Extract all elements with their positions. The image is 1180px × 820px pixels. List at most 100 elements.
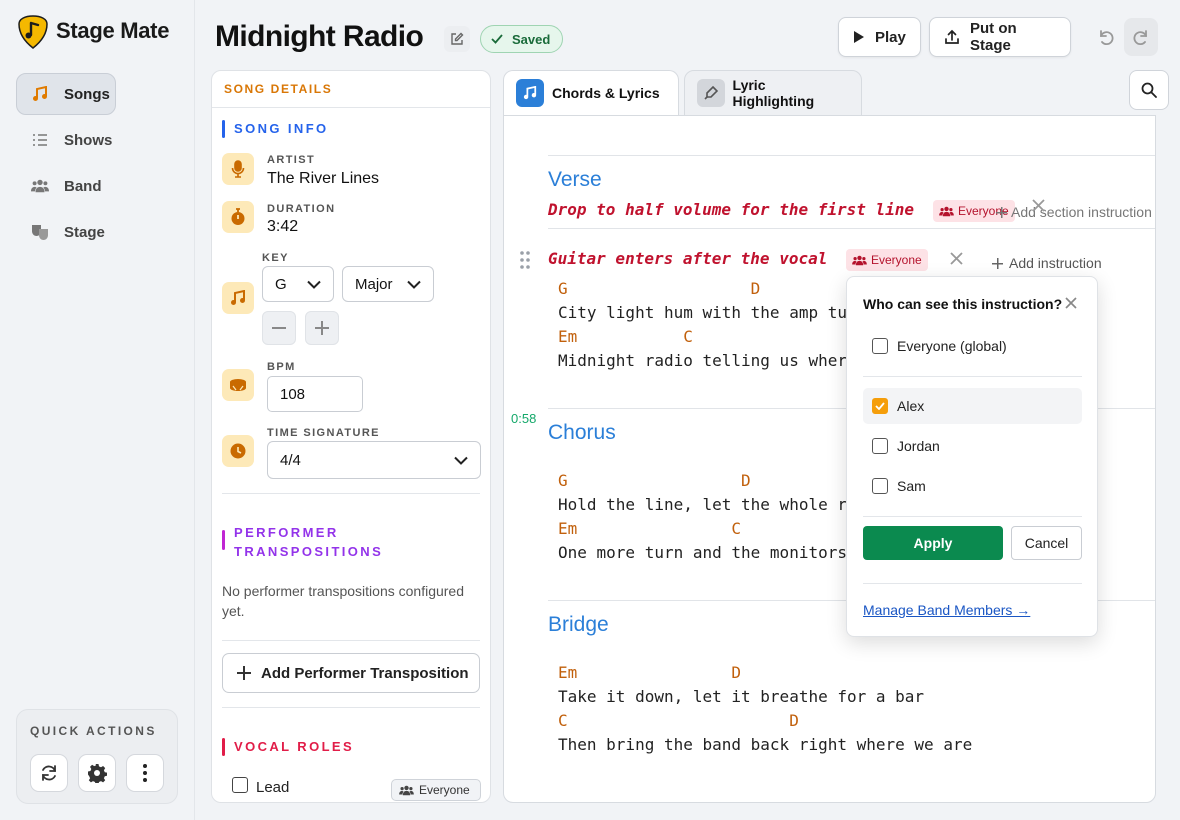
- add-performer-transposition-button[interactable]: Add Performer Transposition: [222, 653, 480, 693]
- checkbox-checked[interactable]: [872, 398, 888, 414]
- option-label: Everyone (global): [897, 338, 1007, 354]
- lyric-line[interactable]: Hold the line, let the whole r: [558, 495, 847, 514]
- chevron-down-icon: [454, 456, 468, 465]
- manage-band-members-link[interactable]: Manage Band Members →: [863, 602, 1030, 618]
- section-bar: [222, 530, 225, 550]
- visibility-label: Everyone: [871, 253, 922, 267]
- option-label: Jordan: [897, 438, 940, 454]
- cancel-button[interactable]: Cancel: [1011, 526, 1082, 560]
- redo-icon: [1132, 28, 1150, 46]
- duration-label: DURATION: [267, 203, 336, 215]
- saved-badge: Saved: [480, 25, 564, 53]
- undo-icon: [1097, 28, 1115, 46]
- remove-section-instruction-button[interactable]: [1032, 199, 1045, 212]
- chord-line[interactable]: G D: [558, 279, 760, 298]
- nav-item-songs[interactable]: Songs: [16, 73, 116, 115]
- line-visibility-badge[interactable]: Everyone: [846, 249, 928, 271]
- music-note-icon: [516, 79, 544, 107]
- more-vertical-icon: [142, 763, 148, 783]
- checkbox[interactable]: [872, 338, 888, 354]
- nav-label: Stage: [64, 223, 105, 241]
- upload-icon: [944, 29, 970, 45]
- song-title: Midnight Radio: [215, 20, 424, 53]
- nav-label: Shows: [64, 131, 113, 149]
- option-jordan[interactable]: Jordan: [863, 428, 1082, 464]
- put-on-stage-button[interactable]: Put on Stage: [929, 17, 1071, 57]
- tab-chords-lyrics[interactable]: Chords & Lyrics: [503, 70, 679, 116]
- remove-line-instruction-button[interactable]: [950, 252, 963, 265]
- lyric-line[interactable]: City light hum with the amp tu: [558, 303, 847, 322]
- option-sam[interactable]: Sam: [863, 468, 1082, 504]
- popup-close-button[interactable]: [1065, 297, 1077, 309]
- lyric-line[interactable]: One more turn and the monitors: [558, 543, 847, 562]
- bpm-input[interactable]: 108: [267, 376, 363, 412]
- time-signature-label: TIME SIGNATURE: [267, 427, 380, 439]
- line-instruction[interactable]: Guitar enters after the vocal: [548, 249, 827, 268]
- divider: [863, 516, 1082, 517]
- checkbox[interactable]: [872, 478, 888, 494]
- play-button[interactable]: Play: [838, 17, 921, 57]
- key-value: G: [275, 275, 287, 293]
- vocal-roles-title: VOCAL ROLES: [234, 739, 355, 754]
- apply-button[interactable]: Apply: [863, 526, 1003, 560]
- tab-lyric-highlighting[interactable]: Lyric Highlighting: [684, 70, 862, 116]
- chord-line[interactable]: C D: [558, 711, 799, 730]
- section-name-bridge[interactable]: Bridge: [548, 613, 609, 637]
- play-icon: [853, 30, 875, 44]
- clock-icon: [222, 435, 254, 467]
- drag-handle-icon[interactable]: [520, 251, 530, 269]
- chord-line[interactable]: G D: [558, 471, 751, 490]
- key-label: KEY: [262, 252, 289, 264]
- lyric-line[interactable]: Take it down, let it breathe for a bar: [558, 687, 924, 706]
- chord-line[interactable]: Em C: [558, 519, 741, 538]
- key-select[interactable]: G: [262, 266, 334, 302]
- add-instruction-label: Add instruction: [1009, 255, 1102, 271]
- section-timestamp: 0:58: [511, 411, 537, 426]
- option-alex[interactable]: Alex: [863, 388, 1082, 424]
- nav-item-band[interactable]: Band: [16, 165, 116, 207]
- nav-item-shows[interactable]: Shows: [16, 119, 116, 161]
- plus-icon: [996, 206, 1007, 218]
- settings-button[interactable]: [78, 754, 116, 792]
- more-button[interactable]: [126, 754, 164, 792]
- refresh-button[interactable]: [30, 754, 68, 792]
- lyric-line[interactable]: Then bring the band back right where we …: [558, 735, 972, 754]
- song-details-heading: SONG DETAILS: [224, 82, 333, 96]
- chord-line[interactable]: Em D: [558, 663, 741, 682]
- time-signature-select[interactable]: 4/4: [267, 441, 481, 479]
- divider: [863, 376, 1082, 377]
- lead-visibility-badge[interactable]: Everyone: [391, 779, 481, 801]
- nav-item-stage[interactable]: Stage: [16, 211, 116, 253]
- divider: [222, 493, 480, 494]
- nav-label: Band: [64, 177, 102, 195]
- section-name-chorus[interactable]: Chorus: [548, 421, 616, 445]
- transpose-up-button[interactable]: [305, 311, 339, 345]
- section-name-verse[interactable]: Verse: [548, 168, 602, 192]
- undo-button[interactable]: [1089, 18, 1123, 56]
- bpm-value: 108: [280, 385, 306, 403]
- chord-line[interactable]: Em C: [558, 327, 693, 346]
- option-label: Sam: [897, 478, 926, 494]
- checkbox[interactable]: [872, 438, 888, 454]
- lead-checkbox[interactable]: [232, 777, 248, 793]
- lyric-line[interactable]: Midnight radio telling us wher: [558, 351, 847, 370]
- quick-actions-panel: QUICK ACTIONS: [16, 709, 178, 804]
- people-icon: [939, 206, 954, 217]
- refresh-icon: [40, 764, 58, 782]
- mode-select[interactable]: Major: [342, 266, 434, 302]
- search-button[interactable]: [1129, 70, 1169, 110]
- time-signature-value: 4/4: [280, 451, 301, 469]
- duration-value: 3:42: [267, 218, 299, 235]
- add-section-instruction-button[interactable]: Add section instruction: [996, 204, 1152, 220]
- add-instruction-button[interactable]: Add instruction: [992, 255, 1102, 271]
- transpose-down-button[interactable]: [262, 311, 296, 345]
- redo-button[interactable]: [1124, 18, 1158, 56]
- play-label: Play: [875, 28, 906, 46]
- edit-title-button[interactable]: [444, 26, 470, 52]
- microphone-icon: [222, 153, 254, 185]
- chevron-down-icon: [307, 280, 321, 289]
- search-icon: [1141, 82, 1157, 98]
- option-everyone[interactable]: Everyone (global): [863, 328, 1082, 364]
- option-label: Alex: [897, 398, 925, 414]
- section-instruction[interactable]: Drop to half volume for the first line: [548, 200, 914, 219]
